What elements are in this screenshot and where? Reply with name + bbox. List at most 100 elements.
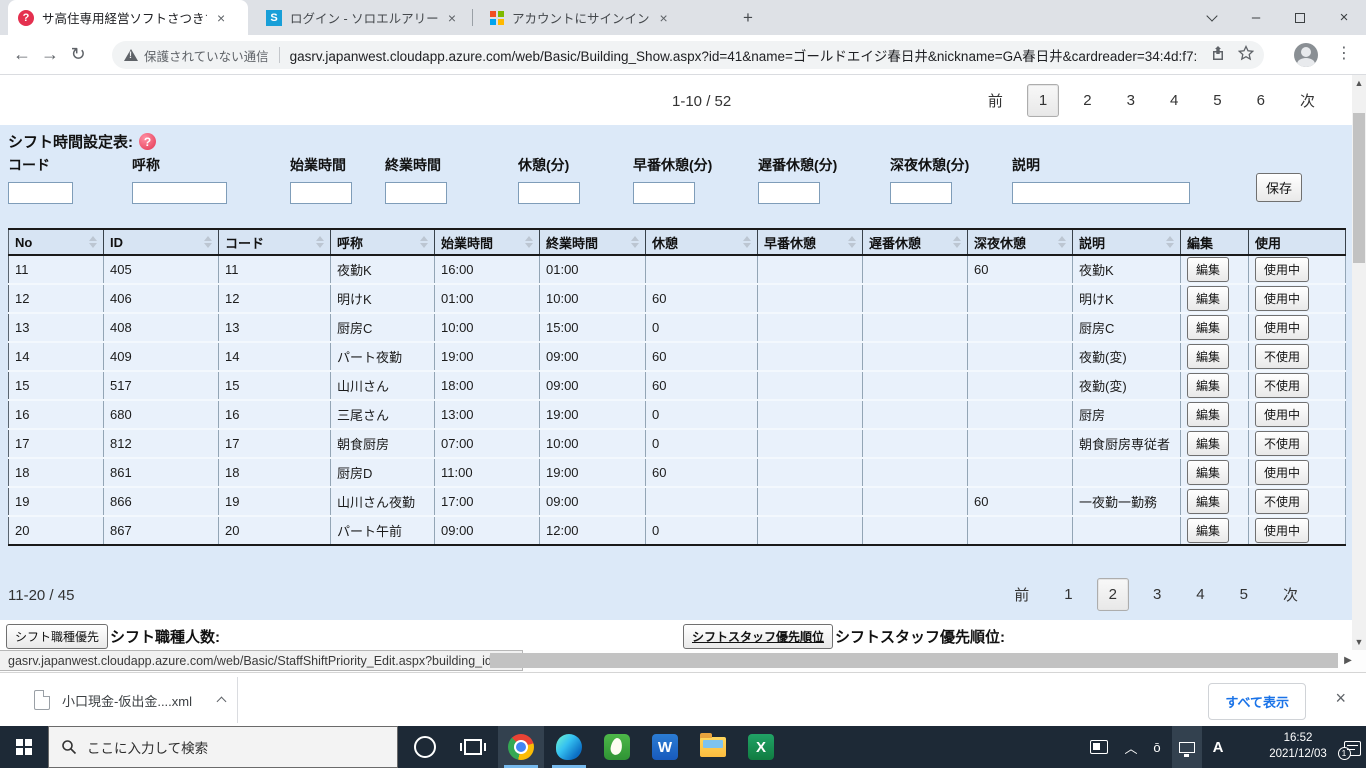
- use-status-button[interactable]: 使用中: [1255, 315, 1310, 340]
- share-icon[interactable]: [1210, 45, 1226, 66]
- satsuki-app-icon[interactable]: [594, 726, 640, 768]
- pagination-page-5[interactable]: 5: [1229, 579, 1259, 610]
- edit-button[interactable]: 編集: [1187, 344, 1230, 369]
- filter-start-time-input[interactable]: [290, 182, 352, 204]
- use-status-button[interactable]: 使用中: [1255, 460, 1310, 485]
- profile-avatar-icon[interactable]: [1294, 43, 1318, 67]
- show-all-downloads-button[interactable]: すべて表示: [1208, 683, 1306, 720]
- filter-code-input[interactable]: [8, 182, 73, 204]
- pagination-page-5[interactable]: 5: [1202, 85, 1232, 116]
- security-label[interactable]: 保護されていない通信: [144, 46, 269, 65]
- close-icon[interactable]: ×: [1322, 0, 1366, 35]
- tab-search-icon[interactable]: [1190, 0, 1234, 35]
- bookmark-star-icon[interactable]: [1237, 44, 1255, 66]
- edit-button[interactable]: 編集: [1187, 460, 1230, 485]
- edit-button[interactable]: 編集: [1187, 286, 1230, 311]
- pagination-page-2[interactable]: 2: [1096, 578, 1129, 611]
- column-header[interactable]: No: [8, 228, 104, 256]
- use-status-button[interactable]: 使用中: [1255, 518, 1310, 543]
- pagination-page-4[interactable]: 4: [1185, 579, 1215, 610]
- shift-job-priority-button[interactable]: シフト職種優先: [6, 624, 109, 649]
- tab-satsuki[interactable]: ? サ高住専用経営ソフトさつきちゃん ×: [8, 0, 248, 35]
- pagination-page-1[interactable]: 1: [1053, 579, 1083, 610]
- pagination-page-3[interactable]: 3: [1142, 579, 1172, 610]
- tab-soloel[interactable]: S ログイン - ソロエルアリーナ Powerd by ×: [256, 0, 466, 35]
- tab-close-icon[interactable]: ×: [217, 10, 225, 26]
- filter-name-input[interactable]: [132, 182, 227, 204]
- column-header[interactable]: コード: [218, 228, 331, 256]
- reload-icon[interactable]: ↻: [64, 44, 92, 65]
- edit-button[interactable]: 編集: [1187, 489, 1230, 514]
- filter-description-input[interactable]: [1012, 182, 1190, 204]
- horizontal-scrollbar-thumb[interactable]: [490, 653, 1338, 668]
- tab-signin[interactable]: アカウントにサインイン ×: [480, 0, 720, 35]
- column-header[interactable]: 遅番休憩: [862, 228, 968, 256]
- excel-icon[interactable]: X: [738, 726, 784, 768]
- chrome-icon[interactable]: [498, 726, 544, 768]
- filter-end-time-input[interactable]: [385, 182, 447, 204]
- action-center-icon[interactable]: 1: [1337, 726, 1366, 768]
- column-header[interactable]: 呼称: [330, 228, 435, 256]
- pagination-prev[interactable]: 前: [977, 83, 1014, 118]
- use-status-button[interactable]: 不使用: [1255, 373, 1310, 398]
- edge-icon[interactable]: [546, 726, 592, 768]
- filter-late-rest-input[interactable]: [758, 182, 820, 204]
- task-view-icon[interactable]: [450, 726, 496, 768]
- vertical-scrollbar[interactable]: ▲ ▼: [1352, 75, 1366, 650]
- url-text[interactable]: gasrv.japanwest.cloudapp.azure.com/web/B…: [290, 45, 1198, 65]
- use-status-button[interactable]: 使用中: [1255, 257, 1310, 282]
- help-icon[interactable]: ?: [139, 133, 156, 150]
- use-status-button[interactable]: 使用中: [1255, 402, 1310, 427]
- vertical-scrollbar-thumb[interactable]: [1353, 113, 1365, 263]
- maximize-icon[interactable]: [1278, 0, 1322, 35]
- tray-device-icon[interactable]: ō: [1144, 726, 1170, 768]
- column-header[interactable]: 休憩: [645, 228, 758, 256]
- minimize-icon[interactable]: –: [1234, 0, 1278, 35]
- pagination-next[interactable]: 次: [1272, 577, 1309, 612]
- download-file-name[interactable]: 小口現金-仮出金....xml: [62, 691, 192, 710]
- download-bar-close-icon[interactable]: ×: [1335, 688, 1346, 709]
- pagination-next[interactable]: 次: [1289, 83, 1326, 118]
- column-header[interactable]: 説明: [1072, 228, 1181, 256]
- file-explorer-icon[interactable]: [690, 726, 736, 768]
- filter-rest-input[interactable]: [518, 182, 580, 204]
- scroll-up-button[interactable]: ▲: [1352, 75, 1366, 91]
- column-header[interactable]: 深夜休憩: [967, 228, 1073, 256]
- tab-close-icon[interactable]: ×: [448, 10, 456, 26]
- address-bar[interactable]: 保護されていない通信 gasrv.japanwest.cloudapp.azur…: [112, 41, 1264, 69]
- cortana-icon[interactable]: [402, 726, 448, 768]
- edit-button[interactable]: 編集: [1187, 257, 1230, 282]
- column-header[interactable]: ID: [103, 228, 219, 256]
- network-icon[interactable]: [1172, 726, 1202, 768]
- staff-priority-button[interactable]: シフトスタッフ優先順位: [683, 624, 834, 649]
- column-header[interactable]: 終業時間: [539, 228, 646, 256]
- column-header[interactable]: 早番休憩: [757, 228, 863, 256]
- pagination-prev[interactable]: 前: [1003, 577, 1040, 612]
- forward-icon[interactable]: →: [36, 44, 64, 65]
- pagination-page-1[interactable]: 1: [1026, 84, 1060, 117]
- chevron-up-icon[interactable]: [216, 696, 227, 707]
- pagination-page-3[interactable]: 3: [1116, 85, 1146, 116]
- scroll-right-button[interactable]: ▶: [1341, 653, 1355, 668]
- column-header[interactable]: 始業時間: [434, 228, 540, 256]
- use-status-button[interactable]: 不使用: [1255, 431, 1310, 456]
- use-status-button[interactable]: 不使用: [1255, 489, 1310, 514]
- tab-close-icon[interactable]: ×: [660, 10, 668, 26]
- edit-button[interactable]: 編集: [1187, 315, 1230, 340]
- word-icon[interactable]: W: [642, 726, 688, 768]
- ime-mode-indicator[interactable]: A: [1204, 726, 1232, 768]
- save-button[interactable]: 保存: [1255, 173, 1302, 202]
- taskbar-search-input[interactable]: ここに入力して検索: [48, 726, 398, 768]
- browser-menu-icon[interactable]: ⋮: [1336, 43, 1352, 63]
- pagination-page-4[interactable]: 4: [1159, 85, 1189, 116]
- use-status-button[interactable]: 不使用: [1255, 344, 1310, 369]
- tray-chevron-icon[interactable]: ︿: [1118, 726, 1144, 768]
- scroll-down-button[interactable]: ▼: [1352, 634, 1366, 650]
- back-icon[interactable]: ←: [8, 44, 36, 65]
- filter-night-rest-input[interactable]: [890, 182, 952, 204]
- filter-early-rest-input[interactable]: [633, 182, 695, 204]
- pagination-page-6[interactable]: 6: [1246, 85, 1276, 116]
- download-item[interactable]: 小口現金-仮出金....xml: [20, 682, 239, 718]
- edit-button[interactable]: 編集: [1187, 518, 1230, 543]
- pagination-page-2[interactable]: 2: [1072, 85, 1102, 116]
